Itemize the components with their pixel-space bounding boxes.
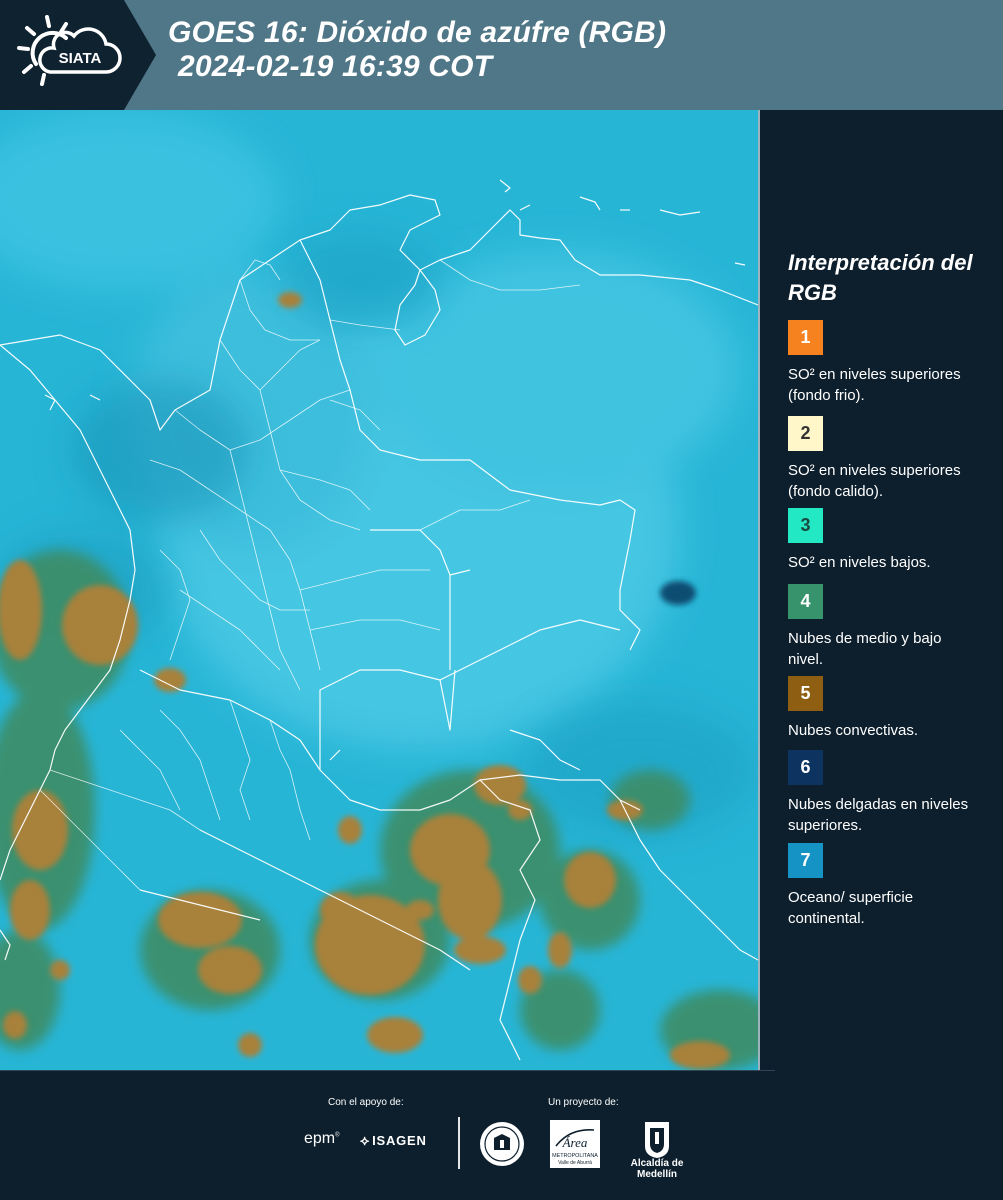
legend: Interpretación del RGB 1 SO² en niveles …: [788, 248, 988, 927]
legend-description: SO² en niveles superiores (fondo frio).: [788, 366, 961, 404]
legend-description: Oceano/ superficie continental.: [788, 889, 914, 927]
svg-text:Área: Área: [562, 1135, 588, 1150]
legend-item-5: 5 Nubes convectivas.: [788, 676, 978, 741]
legend-description: Nubes de medio y bajo nivel.: [788, 630, 942, 668]
page-title: GOES 16: Dióxido de azúfre (RGB) 2024-02…: [168, 16, 666, 84]
header: SIATA GOES 16: Dióxido de azúfre (RGB) 2…: [0, 0, 1003, 110]
medellin-seal-logo: [480, 1122, 524, 1166]
svg-text:METROPOLITANA: METROPOLITANA: [552, 1153, 598, 1159]
isagen-name: ISAGEN: [372, 1133, 427, 1148]
legend-swatch: 6: [788, 750, 823, 785]
legend-swatch: 2: [788, 416, 823, 451]
legend-description: Nubes convectivas.: [788, 722, 919, 739]
map-svg: [0, 110, 758, 1070]
epm-name: epm: [304, 1130, 336, 1147]
footer: Con el apoyo de: Un proyecto de: epm® ⟡ I…: [0, 1070, 1003, 1200]
alcaldia-name: Alcaldía de Medellín: [630, 1158, 684, 1180]
legend-item-4: 4 Nubes de medio y bajo nivel.: [788, 584, 978, 670]
support-label: Con el apoyo de:: [328, 1097, 404, 1108]
epm-logo: epm®: [304, 1130, 340, 1147]
siata-logo: SIATA: [17, 15, 122, 86]
legend-item-1: 1 SO² en niveles superiores (fondo frio)…: [788, 320, 978, 406]
footer-separator: [458, 1117, 460, 1169]
legend-swatch: 1: [788, 320, 823, 355]
legend-swatch: 7: [788, 843, 823, 878]
legend-swatch: 5: [788, 676, 823, 711]
isagen-logo: ⟡ ISAGEN: [360, 1132, 427, 1149]
svg-text:Valle de Aburrá: Valle de Aburrá: [558, 1160, 592, 1166]
footer-divider: [0, 1070, 775, 1071]
legend-description: SO² en niveles superiores (fondo calido)…: [788, 462, 961, 500]
legend-swatch: 3: [788, 508, 823, 543]
product-title: GOES 16: Dióxido de azúfre (RGB): [168, 16, 667, 49]
svg-text:SIATA: SIATA: [59, 50, 102, 67]
legend-swatch: 4: [788, 584, 823, 619]
map-divider: [758, 110, 760, 1070]
area-metropolitana-logo: Área METROPOLITANA Valle de Aburrá: [550, 1120, 600, 1168]
legend-description: Nubes delgadas en niveles superiores.: [788, 796, 969, 834]
legend-title: Interpretación del RGB: [788, 250, 973, 305]
legend-item-3: 3 SO² en niveles bajos.: [788, 508, 978, 573]
timestamp: 2024-02-19 16:39 COT: [178, 50, 493, 83]
project-label: Un proyecto de:: [548, 1097, 619, 1108]
satellite-map: [0, 110, 758, 1070]
legend-item-6: 6 Nubes delgadas en niveles superiores.: [788, 750, 978, 836]
legend-item-7: 7 Oceano/ superficie continental.: [788, 843, 978, 929]
legend-item-2: 2 SO² en niveles superiores (fondo calid…: [788, 416, 978, 502]
legend-description: SO² en niveles bajos.: [788, 554, 931, 571]
isagen-mark-icon: ⟡: [360, 1132, 371, 1148]
